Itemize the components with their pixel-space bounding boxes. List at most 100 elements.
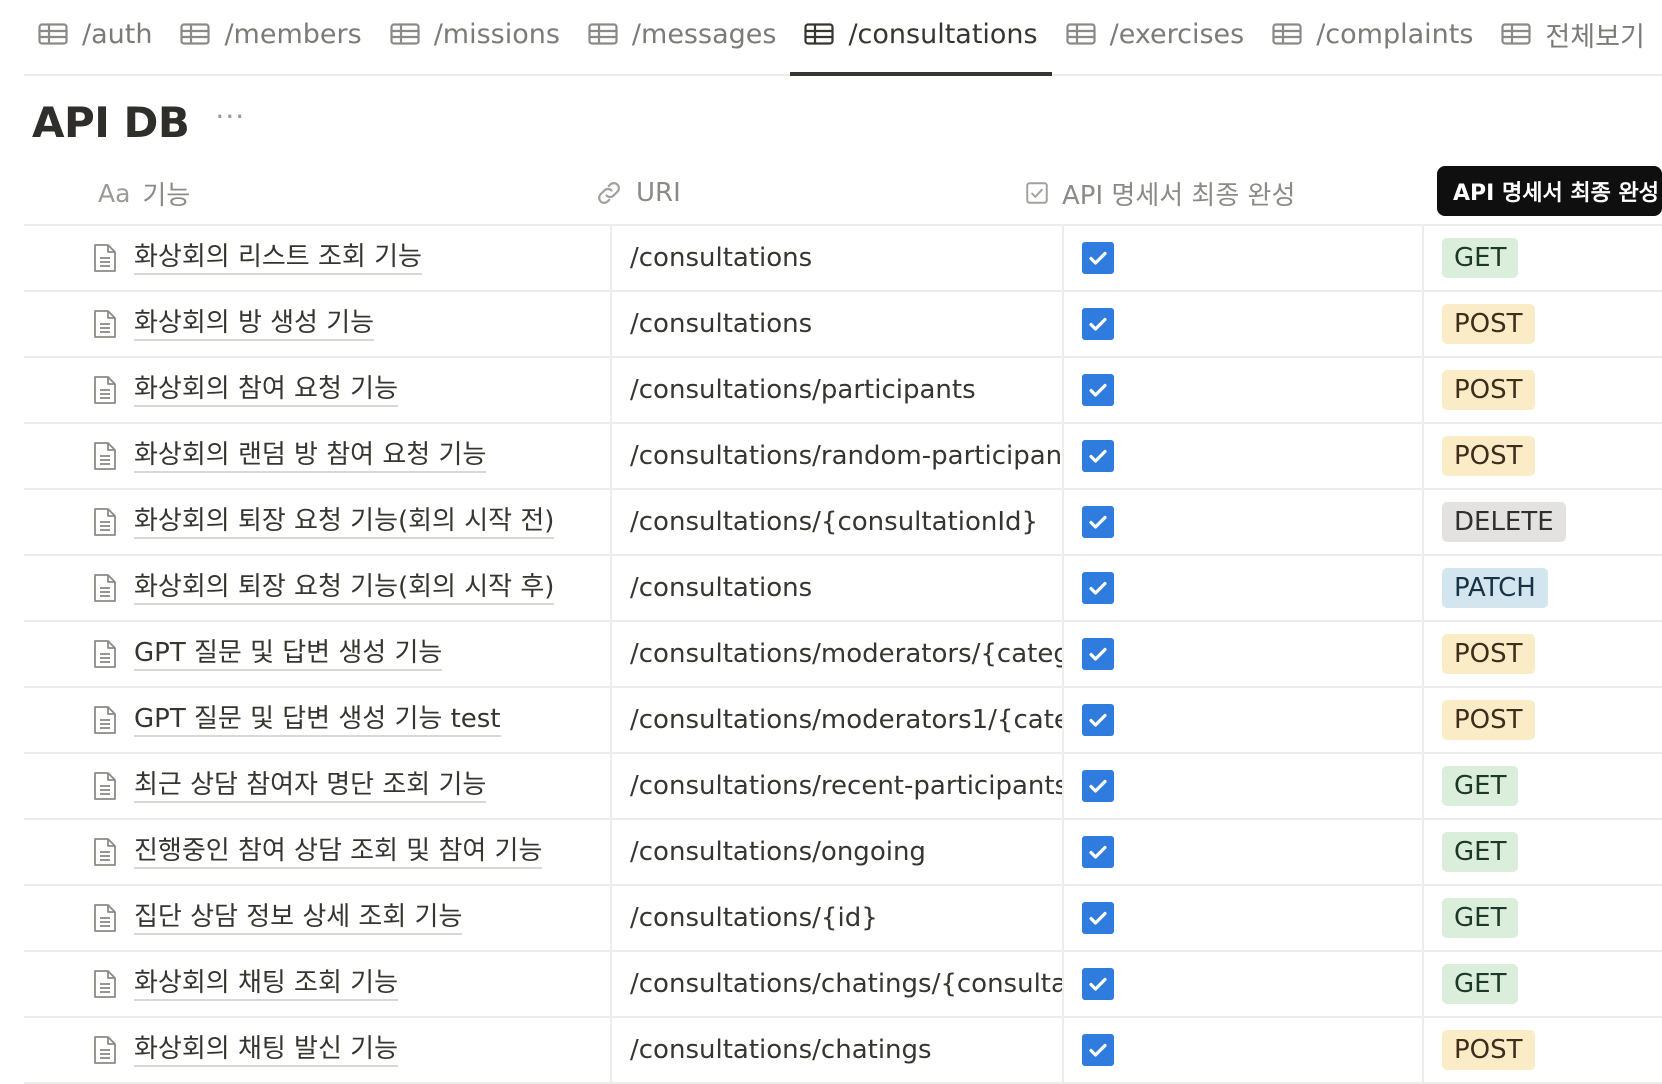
row-name-link[interactable]: 화상회의 참여 요청 기능 xyxy=(134,373,398,407)
method-cell[interactable]: POST xyxy=(1426,1018,1662,1082)
table-row[interactable]: GPT 질문 및 답변 생성 기능 test/consultations/mod… xyxy=(24,688,1662,754)
table-row[interactable]: 화상회의 방 생성 기능/consultations POST xyxy=(24,292,1662,358)
completed-checkbox[interactable] xyxy=(1082,308,1114,340)
uri-cell[interactable]: /consultations/{id} xyxy=(614,886,1064,950)
checkmark-icon xyxy=(1089,779,1107,793)
completed-checkbox[interactable] xyxy=(1082,374,1114,406)
uri-cell[interactable]: /consultations/moderators/{category} xyxy=(614,622,1064,686)
uri-cell[interactable]: /consultations xyxy=(614,226,1064,290)
method-cell[interactable]: POST xyxy=(1426,688,1662,752)
name-cell[interactable]: 화상회의 채팅 발신 기능 xyxy=(24,1018,612,1082)
uri-cell[interactable]: /consultations/ongoing xyxy=(614,820,1064,884)
tab-1[interactable]: /members xyxy=(166,0,375,74)
uri-cell[interactable]: /consultations/{consultationId} xyxy=(614,490,1064,554)
row-name-link[interactable]: 화상회의 리스트 조회 기능 xyxy=(134,241,422,275)
method-cell[interactable]: GET xyxy=(1426,952,1662,1016)
row-name-link[interactable]: 진행중인 참여 상담 조회 및 참여 기능 xyxy=(134,835,543,869)
name-cell[interactable]: GPT 질문 및 답변 생성 기능 xyxy=(24,622,612,686)
row-name-link[interactable]: 화상회의 방 생성 기능 xyxy=(134,307,375,341)
tab-4[interactable]: /consultations xyxy=(790,0,1052,76)
row-name-link[interactable]: 화상회의 랜덤 방 참여 요청 기능 xyxy=(134,439,487,473)
uri-cell[interactable]: /consultations/chatings xyxy=(614,1018,1064,1082)
uri-cell[interactable]: /consultations/participants xyxy=(614,358,1064,422)
table-row[interactable]: 최근 상담 참여자 명단 조회 기능/consultations/recent-… xyxy=(24,754,1662,820)
table-row[interactable]: 화상회의 채팅 발신 기능/consultations/chatings POST xyxy=(24,1018,1662,1084)
tab-label: /messages xyxy=(631,18,777,50)
row-name-link[interactable]: 화상회의 퇴장 요청 기능(회의 시작 전) xyxy=(134,505,555,539)
column-header-uri[interactable]: URI xyxy=(594,160,681,226)
tab-5[interactable]: /exercises xyxy=(1052,0,1259,74)
uri-cell[interactable]: /consultations/moderators1/{category} xyxy=(614,688,1064,752)
tab-2[interactable]: /missions xyxy=(376,0,574,74)
name-cell[interactable]: 집단 상담 정보 상세 조회 기능 xyxy=(24,886,612,950)
column-header-uri-label: URI xyxy=(636,178,681,208)
table-row[interactable]: 화상회의 리스트 조회 기능/consultations GET xyxy=(24,226,1662,292)
uri-cell[interactable]: /consultations xyxy=(614,292,1064,356)
row-name-link[interactable]: 집단 상담 정보 상세 조회 기능 xyxy=(134,901,463,935)
name-cell[interactable]: 화상회의 퇴장 요청 기능(회의 시작 후) xyxy=(24,556,612,620)
completed-checkbox[interactable] xyxy=(1082,638,1114,670)
completed-checkbox[interactable] xyxy=(1082,1034,1114,1066)
completed-checkbox[interactable] xyxy=(1082,770,1114,802)
row-name-link[interactable]: 최근 상담 참여자 명단 조회 기능 xyxy=(134,769,487,803)
table-row[interactable]: 집단 상담 정보 상세 조회 기능/consultations/{id} GET xyxy=(24,886,1662,952)
method-cell[interactable]: POST xyxy=(1426,622,1662,686)
table-row[interactable]: 진행중인 참여 상담 조회 및 참여 기능/consultations/ongo… xyxy=(24,820,1662,886)
name-cell[interactable]: 화상회의 리스트 조회 기능 xyxy=(24,226,612,290)
table-row[interactable]: 화상회의 랜덤 방 참여 요청 기능/consultations/random-… xyxy=(24,424,1662,490)
uri-cell[interactable]: /consultations/chatings/{consultationId} xyxy=(614,952,1064,1016)
name-cell[interactable]: 화상회의 랜덤 방 참여 요청 기능 xyxy=(24,424,612,488)
method-cell[interactable]: POST xyxy=(1426,424,1662,488)
method-cell[interactable]: GET xyxy=(1426,820,1662,884)
name-cell[interactable]: GPT 질문 및 답변 생성 기능 test xyxy=(24,688,612,752)
row-name-link[interactable]: GPT 질문 및 답변 생성 기능 test xyxy=(134,703,501,737)
method-cell[interactable]: PATCH xyxy=(1426,556,1662,620)
name-cell[interactable]: 화상회의 채팅 조회 기능 xyxy=(24,952,612,1016)
table-row[interactable]: 화상회의 퇴장 요청 기능(회의 시작 후) /consultations PATC… xyxy=(24,556,1662,622)
tab-0[interactable]: /auth xyxy=(24,0,166,74)
tab-6[interactable]: /complaints xyxy=(1258,0,1487,74)
completed-checkbox[interactable] xyxy=(1082,836,1114,868)
column-header-name[interactable]: Aa 기능 xyxy=(98,160,190,226)
table-row[interactable]: 화상회의 채팅 조회 기능/consultations/chatings/{co… xyxy=(24,952,1662,1018)
row-name-link[interactable]: 화상회의 퇴장 요청 기능(회의 시작 후) xyxy=(134,571,555,605)
completed-checkbox[interactable] xyxy=(1082,506,1114,538)
tab-3[interactable]: /messages xyxy=(574,0,791,74)
more-options-button[interactable]: ··· xyxy=(215,102,245,131)
name-cell[interactable]: 화상회의 퇴장 요청 기능(회의 시작 전) xyxy=(24,490,612,554)
uri-cell[interactable]: /consultations/random-participant xyxy=(614,424,1064,488)
name-cell[interactable]: 화상회의 참여 요청 기능 xyxy=(24,358,612,422)
completed-checkbox[interactable] xyxy=(1082,704,1114,736)
row-name-link[interactable]: 화상회의 채팅 발신 기능 xyxy=(134,1033,398,1067)
completed-checkbox[interactable] xyxy=(1082,968,1114,1000)
row-name-link[interactable]: 화상회의 채팅 조회 기능 xyxy=(134,967,398,1001)
link-icon xyxy=(598,182,620,204)
completed-checkbox[interactable] xyxy=(1082,902,1114,934)
method-badge: GET xyxy=(1442,238,1519,278)
table-icon xyxy=(390,23,420,45)
tab-7[interactable]: 전체보기 xyxy=(1487,0,1658,74)
method-cell[interactable]: GET xyxy=(1426,754,1662,818)
uri-cell[interactable]: /consultations xyxy=(614,556,1064,620)
completed-checkbox[interactable] xyxy=(1082,440,1114,472)
completed-checkbox[interactable] xyxy=(1082,572,1114,604)
row-name-link[interactable]: GPT 질문 및 답변 생성 기능 xyxy=(134,637,443,671)
name-cell[interactable]: 화상회의 방 생성 기능 xyxy=(24,292,612,356)
method-cell[interactable]: POST xyxy=(1426,358,1662,422)
method-cell[interactable]: GET xyxy=(1426,226,1662,290)
method-cell[interactable]: POST xyxy=(1426,292,1662,356)
table-icon xyxy=(180,23,211,45)
table-row[interactable]: 화상회의 퇴장 요청 기능(회의 시작 전) /consultations/{co… xyxy=(24,490,1662,556)
tab-label: /exercises xyxy=(1109,18,1245,50)
name-cell[interactable]: 최근 상담 참여자 명단 조회 기능 xyxy=(24,754,612,818)
column-header-check[interactable]: API 명세서 최종 완성 xyxy=(1024,160,1295,226)
method-badge: PATCH xyxy=(1442,568,1548,608)
checkmark-icon xyxy=(1089,317,1107,331)
table-row[interactable]: GPT 질문 및 답변 생성 기능/consultations/moderato… xyxy=(24,622,1662,688)
name-cell[interactable]: 진행중인 참여 상담 조회 및 참여 기능 xyxy=(24,820,612,884)
method-cell[interactable]: GET xyxy=(1426,886,1662,950)
method-cell[interactable]: DELETE xyxy=(1426,490,1662,554)
table-row[interactable]: 화상회의 참여 요청 기능/consultations/participants… xyxy=(24,358,1662,424)
completed-checkbox[interactable] xyxy=(1082,242,1114,274)
uri-cell[interactable]: /consultations/recent-participants xyxy=(614,754,1064,818)
